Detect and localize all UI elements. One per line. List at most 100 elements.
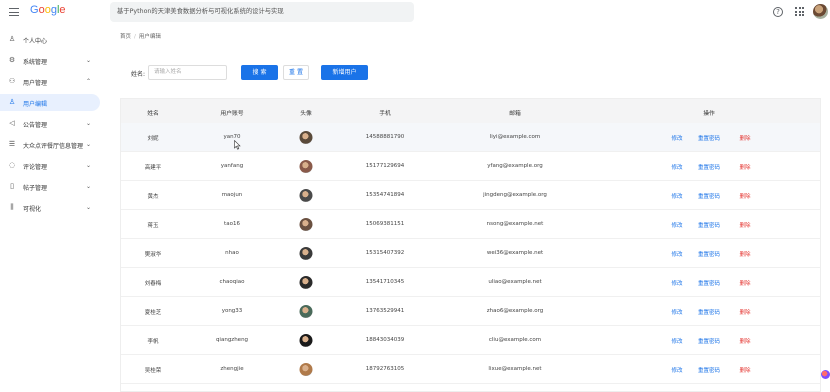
edit-button[interactable]: 修改: [671, 134, 682, 142]
edit-button[interactable]: 修改: [671, 192, 682, 200]
user-avatar: [299, 363, 313, 376]
cell-phone: 15354741894: [365, 192, 405, 198]
header-account: 用户账号: [220, 111, 244, 117]
cell-email: wei36@example.net: [486, 250, 544, 256]
table-row[interactable]: 高建平 yanfang 15177129694 yfang@example.org 修改…: [121, 152, 820, 181]
breadcrumb-home[interactable]: 首页: [120, 34, 131, 40]
sidebar-item-9[interactable]: ⫼ 可视化 ⌄: [0, 199, 100, 216]
cell-phone: 13763529941: [365, 308, 405, 314]
cell-name: 黄杰: [147, 194, 159, 200]
breadcrumb: 首页 / 用户编辑: [120, 32, 161, 40]
header-phone: 手机: [379, 111, 391, 117]
sidebar-item-7[interactable]: ◌ 评论管理 ⌄: [0, 157, 100, 174]
search-button[interactable]: 搜 索: [241, 65, 278, 80]
table-row[interactable]: 夏桂芝 yong33 13763529941 zhao6@example.org 修改 重…: [121, 297, 820, 326]
sidebar-item-3[interactable]: ⚇ 用户管理 ⌃: [0, 73, 100, 90]
hamburger-menu-icon[interactable]: [8, 6, 20, 18]
sidebar-item-4[interactable]: ♙ 用户编辑: [0, 94, 100, 111]
name-search-input[interactable]: 请输入姓名: [148, 65, 227, 80]
header-ops: 操作: [703, 111, 715, 117]
reset-password-button[interactable]: 重置密码: [698, 163, 720, 171]
person-icon: ♙: [8, 98, 16, 106]
chevron-down-icon: ⌄: [86, 162, 92, 169]
users-icon: ⚇: [8, 77, 16, 85]
edit-button[interactable]: 修改: [671, 366, 682, 374]
table-row[interactable]: 樊淑华 nhao 15315407392 wei36@example.net 修改 重置密…: [121, 239, 820, 268]
reset-button[interactable]: 重 置: [283, 65, 309, 80]
delete-button[interactable]: 删除: [739, 221, 750, 229]
sidebar-item-2[interactable]: ⚙ 系统管理 ⌄: [0, 52, 100, 69]
edit-button[interactable]: 修改: [671, 221, 682, 229]
delete-button[interactable]: 删除: [739, 279, 750, 287]
sidebar-item-label: 公告管理: [23, 122, 48, 129]
sidebar: ♙ 个人中心 ⚙ 系统管理 ⌄ ⚇ 用户管理 ⌃ ♙ 用户编辑 ◁ 公告管理 ⌄ ☰ 大众点评餐厅信息管理 ⌄…: [0, 24, 110, 392]
cell-phone: 18792763105: [365, 366, 405, 372]
reset-password-button[interactable]: 重置密码: [698, 366, 720, 374]
cell-phone: 13541710345: [365, 279, 405, 285]
edit-button[interactable]: 修改: [671, 279, 682, 287]
reset-password-button[interactable]: 重置密码: [698, 308, 720, 316]
table-row[interactable]: 刘春梅 chaoqiao 13541710345 uliao@example.net 修…: [121, 268, 820, 297]
floating-assistant-icon[interactable]: [821, 370, 830, 379]
edit-button[interactable]: 修改: [671, 308, 682, 316]
sidebar-item-label: 用户编辑: [23, 101, 48, 108]
cell-phone: 15177129694: [365, 163, 405, 169]
edit-button[interactable]: 修改: [671, 250, 682, 258]
user-avatar: [299, 189, 313, 202]
sidebar-item-6[interactable]: ☰ 大众点评餐厅信息管理 ⌄: [0, 136, 100, 153]
table-row[interactable]: 吴桂荣 zhengjie 18792763105 lixue@example.net 修…: [121, 355, 820, 384]
cell-email: jingdeng@example.org: [483, 192, 547, 198]
table-row[interactable]: 蒋玉 tao16 15069381151 nsong@example.net 修改 重置密…: [121, 210, 820, 239]
cell-account: nhao: [225, 250, 239, 256]
sidebar-item-label: 大众点评餐厅信息管理: [23, 143, 84, 150]
user-avatar: [299, 160, 313, 173]
cell-account: maojun: [221, 192, 243, 198]
megaphone-icon: ◁: [9, 119, 15, 127]
header-avatar: 头像: [300, 111, 312, 117]
cell-phone: 15315407392: [365, 250, 405, 256]
delete-button[interactable]: 删除: [739, 163, 750, 171]
reset-password-button[interactable]: 重置密码: [698, 134, 720, 142]
chevron-down-icon: ⌄: [86, 57, 92, 64]
help-icon[interactable]: ?: [773, 7, 783, 17]
sidebar-item-1[interactable]: ♙ 个人中心: [0, 31, 100, 48]
breadcrumb-separator: /: [134, 34, 136, 40]
filter-panel: 姓名: 请输入姓名 搜 索 重 置 新增用户: [120, 57, 821, 90]
search-bar[interactable]: 基于Python的天津美食数据分析与可视化系统的设计与实现: [110, 2, 414, 22]
cell-phone: 15069381151: [365, 221, 405, 227]
table-row[interactable]: 黄杰 maojun 15354741894 jingdeng@example.org 修…: [121, 181, 820, 210]
table-row[interactable]: 李帆 qiangzheng 18843034039 cliu@example.com 修…: [121, 326, 820, 355]
table-row[interactable]: 刘妮 yan70 14588881790 liyi@example.com 修改 重置密码…: [121, 123, 820, 152]
reset-password-button[interactable]: 重置密码: [698, 192, 720, 200]
edit-button[interactable]: 修改: [671, 337, 682, 345]
cell-name: 刘春梅: [144, 281, 162, 287]
apps-grid-icon[interactable]: [795, 7, 804, 16]
user-avatar: [299, 276, 313, 289]
delete-button[interactable]: 删除: [739, 337, 750, 345]
edit-button[interactable]: 修改: [671, 163, 682, 171]
list-icon: ☰: [8, 140, 16, 148]
reset-password-button[interactable]: 重置密码: [698, 250, 720, 258]
reset-password-button[interactable]: 重置密码: [698, 337, 720, 345]
cell-account: chaoqiao: [219, 279, 245, 285]
sidebar-item-8[interactable]: ▯ 帖子管理 ⌄: [0, 178, 100, 195]
delete-button[interactable]: 删除: [739, 192, 750, 200]
chevron-up-icon: ⌃: [86, 78, 92, 85]
user-avatar: [299, 247, 313, 260]
reset-password-button[interactable]: 重置密码: [698, 279, 720, 287]
account-avatar[interactable]: [813, 4, 828, 19]
comment-icon: ◌: [8, 161, 16, 169]
delete-button[interactable]: 删除: [739, 250, 750, 258]
cell-account: zhengjie: [220, 366, 244, 372]
reset-password-button[interactable]: 重置密码: [698, 221, 720, 229]
cell-name: 吴桂荣: [144, 368, 162, 374]
add-user-button[interactable]: 新增用户: [321, 65, 368, 80]
sidebar-item-5[interactable]: ◁ 公告管理 ⌄: [0, 115, 100, 132]
cell-account: qiangzheng: [215, 337, 249, 343]
chevron-down-icon: ⌄: [86, 204, 92, 211]
delete-button[interactable]: 删除: [739, 366, 750, 374]
delete-button[interactable]: 删除: [739, 308, 750, 316]
cell-account: yong33: [221, 308, 243, 314]
gear-icon: ⚙: [8, 56, 16, 64]
delete-button[interactable]: 删除: [739, 134, 750, 142]
